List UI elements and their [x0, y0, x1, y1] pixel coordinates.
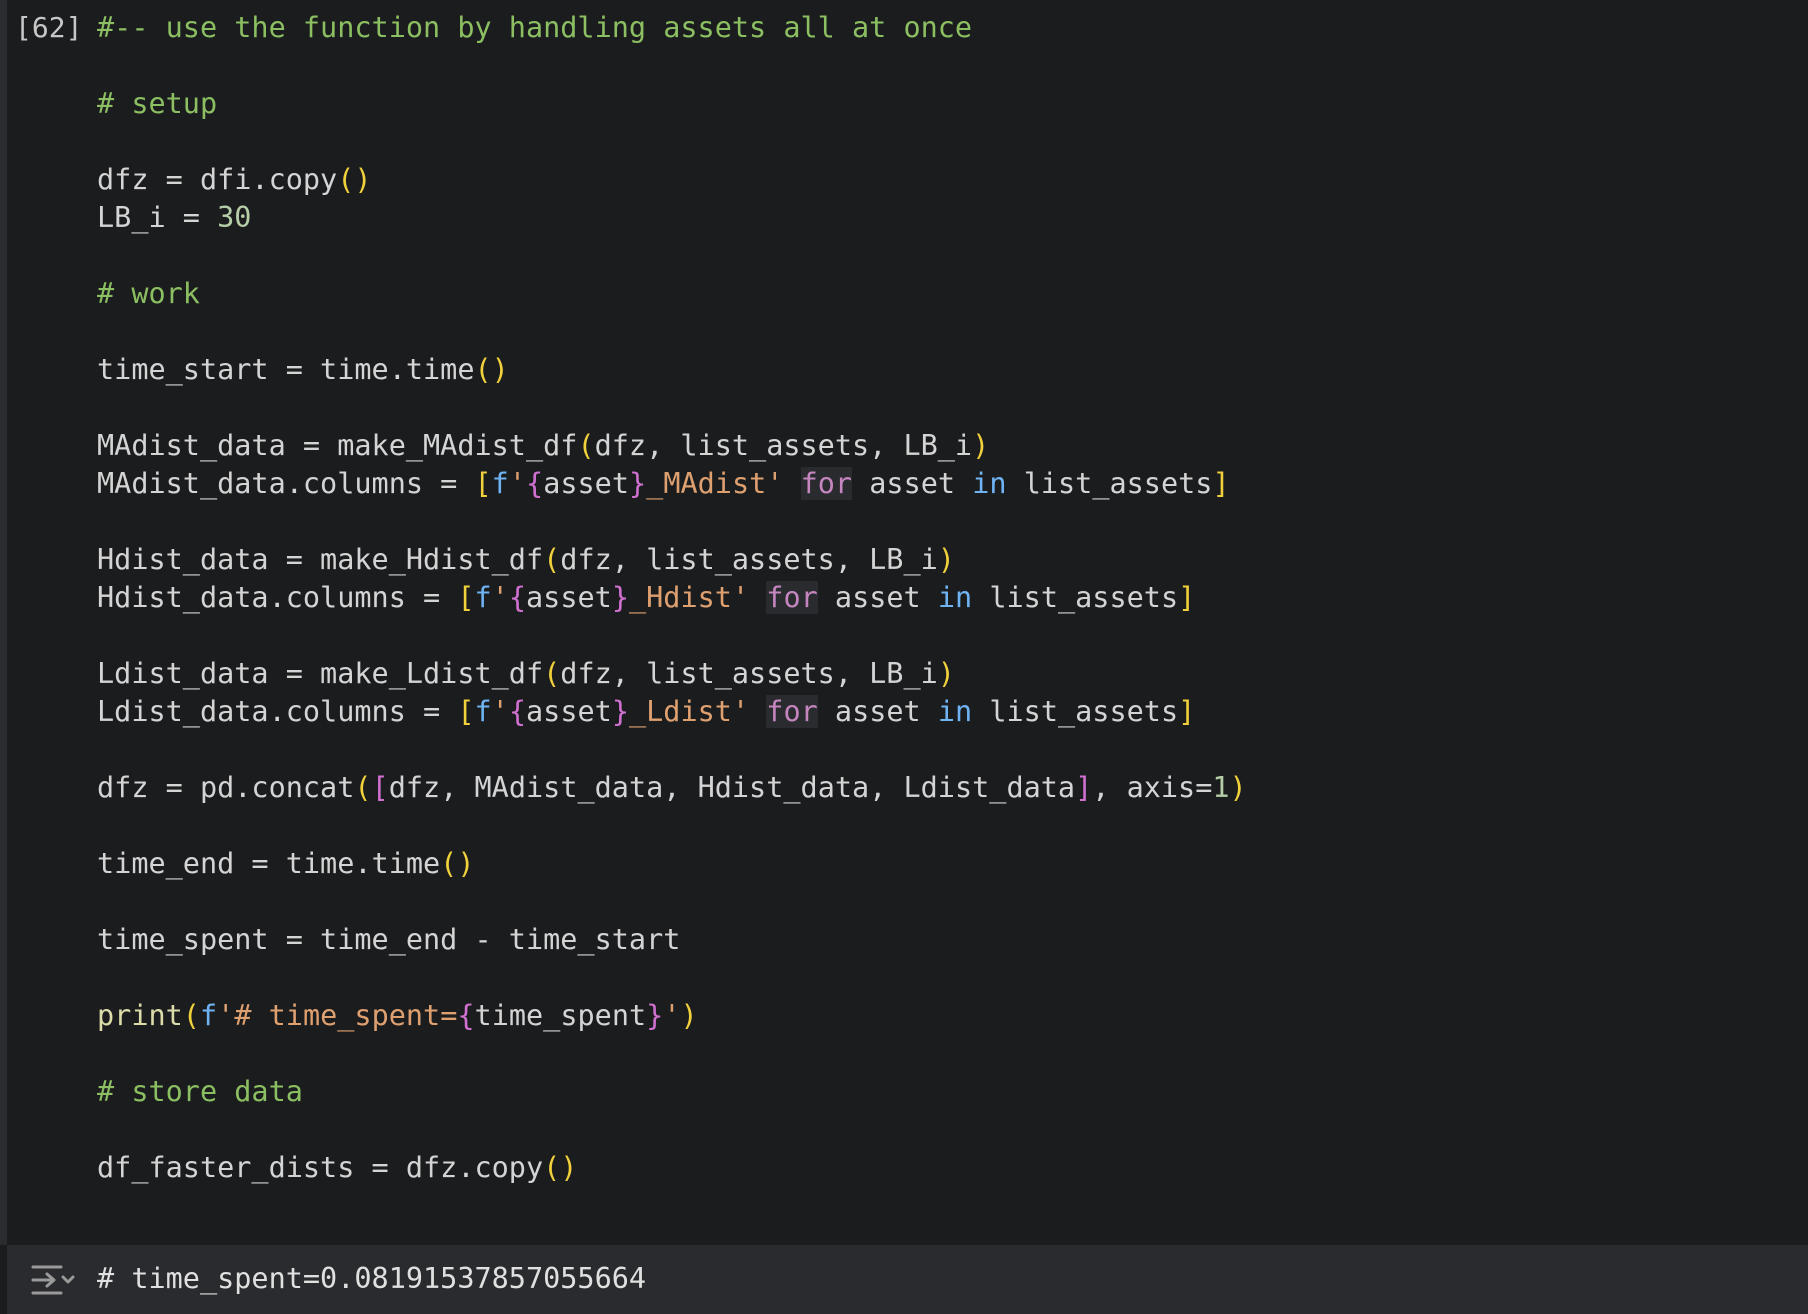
output-area: # time_spent=0.08191537857055664: [7, 1245, 1808, 1314]
code-line: ​: [97, 123, 1247, 161]
code-cell[interactable]: [62] #-- use the function by handling as…: [0, 0, 1808, 1314]
code-line: df_faster_dists = dfz.copy(): [97, 1151, 578, 1184]
code-line: # setup: [97, 87, 218, 120]
code-line: MAdist_data = make_MAdist_df(dfz, list_a…: [97, 429, 990, 462]
code-line: ​: [97, 313, 1247, 351]
code-line: # store data: [97, 1075, 303, 1108]
code-line: ​: [97, 389, 1247, 427]
code-line: ​: [97, 807, 1247, 845]
code-line: #-- use the function by handling assets …: [97, 11, 973, 44]
output-toggle-icon[interactable]: [27, 1261, 75, 1299]
code-line: time_spent = time_end - time_start: [97, 923, 681, 956]
code-line: ​: [97, 503, 1247, 541]
code-line: dfz = pd.concat([dfz, MAdist_data, Hdist…: [97, 771, 1247, 804]
code-line: ​: [97, 959, 1247, 997]
cell-left-rule: [0, 0, 7, 1245]
code-line: MAdist_data.columns = [f'{asset}_MAdist'…: [97, 467, 1230, 500]
code-line: Ldist_data = make_Ldist_df(dfz, list_ass…: [97, 657, 955, 690]
code-line: time_end = time.time(): [97, 847, 475, 880]
code-line: Hdist_data = make_Hdist_df(dfz, list_ass…: [97, 543, 955, 576]
code-line: ​: [97, 237, 1247, 275]
output-toggle-icon-svg: [31, 1265, 75, 1295]
code-line: Hdist_data.columns = [f'{asset}_Hdist' f…: [97, 581, 1196, 614]
code-line: ​: [97, 1035, 1247, 1073]
code-line: dfz = dfi.copy(): [97, 163, 372, 196]
code-line: print(f'# time_spent={time_spent}'): [97, 999, 698, 1032]
code-line: ​: [97, 47, 1247, 85]
code-line: ​: [97, 617, 1247, 655]
code-line: Ldist_data.columns = [f'{asset}_Ldist' f…: [97, 695, 1196, 728]
code-line: ​: [97, 883, 1247, 921]
code-line: ​: [97, 731, 1247, 769]
code-line: ​: [97, 1111, 1247, 1149]
execution-count: [62]: [15, 11, 83, 44]
code-editor[interactable]: #-- use the function by handling assets …: [97, 9, 1247, 1187]
code-line: time_start = time.time(): [97, 353, 509, 386]
code-line: LB_i = 30: [97, 201, 252, 234]
code-line: # work: [97, 277, 200, 310]
output-text: # time_spent=0.08191537857055664: [97, 1262, 647, 1295]
